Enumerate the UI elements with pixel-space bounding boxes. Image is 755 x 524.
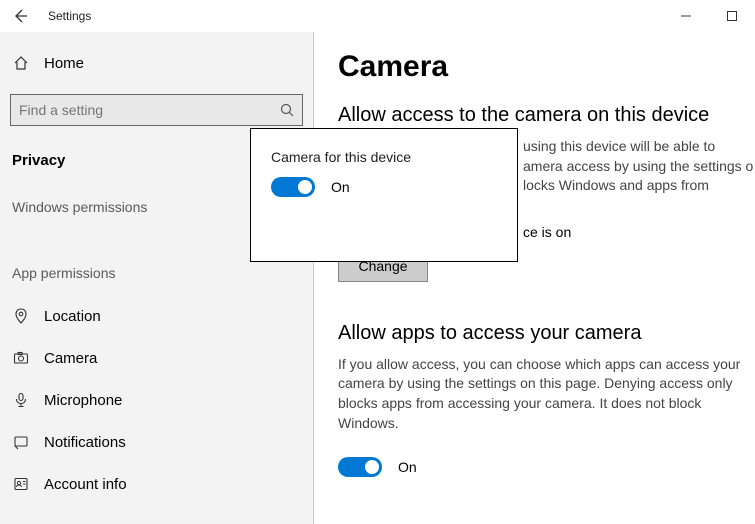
microphone-icon [12,391,30,409]
maximize-button[interactable] [709,0,755,32]
sidebar-item-label: Notifications [44,434,126,451]
apps-access-toggle[interactable] [338,457,382,477]
popup-toggle-row: On [271,177,497,197]
camera-icon [12,349,30,367]
window-title: Settings [48,9,91,23]
popup-title: Camera for this device [271,149,497,165]
account-icon [12,475,30,493]
heading-allow-apps: Allow apps to access your camera [338,322,755,345]
apps-access-toggle-row: On [338,457,755,477]
sidebar-item-microphone[interactable]: Microphone [0,379,313,421]
location-icon [12,307,30,325]
device-camera-toggle-label: On [331,179,350,195]
minimize-button[interactable] [663,0,709,32]
body-allow-apps: If you allow access, you can choose whic… [338,355,755,433]
content-pane: Camera Allow access to the camera on thi… [314,32,755,524]
maximize-icon [727,11,737,21]
sidebar-item-label: Location [44,308,101,325]
device-camera-toggle[interactable] [271,177,315,197]
notifications-icon [12,433,30,451]
camera-device-popup: Camera for this device On [250,128,518,262]
heading-allow-access-device: Allow access to the camera on this devic… [338,104,755,127]
nav-list: Location Camera Microphone Notifications [0,295,313,505]
sidebar-item-camera[interactable]: Camera [0,337,313,379]
sidebar: Home Privacy Windows permissions App per… [0,32,314,524]
titlebar: Settings [0,0,755,32]
search-input[interactable] [19,102,280,118]
home-nav[interactable]: Home [0,46,313,80]
home-label: Home [44,55,84,72]
apps-access-toggle-label: On [398,459,417,475]
sidebar-item-account-info[interactable]: Account info [0,463,313,505]
sidebar-item-label: Account info [44,476,127,493]
sidebar-item-location[interactable]: Location [0,295,313,337]
home-icon [12,54,30,72]
page-title: Camera [338,50,755,84]
group-app-permissions: App permissions [0,265,313,281]
sidebar-item-label: Camera [44,350,97,367]
sidebar-item-notifications[interactable]: Notifications [0,421,313,463]
back-arrow-icon [12,8,28,24]
window-controls [663,0,755,32]
sidebar-item-label: Microphone [44,392,122,409]
back-button[interactable] [0,0,40,32]
search-box[interactable] [10,94,303,126]
minimize-icon [681,11,691,21]
search-icon [280,103,294,117]
